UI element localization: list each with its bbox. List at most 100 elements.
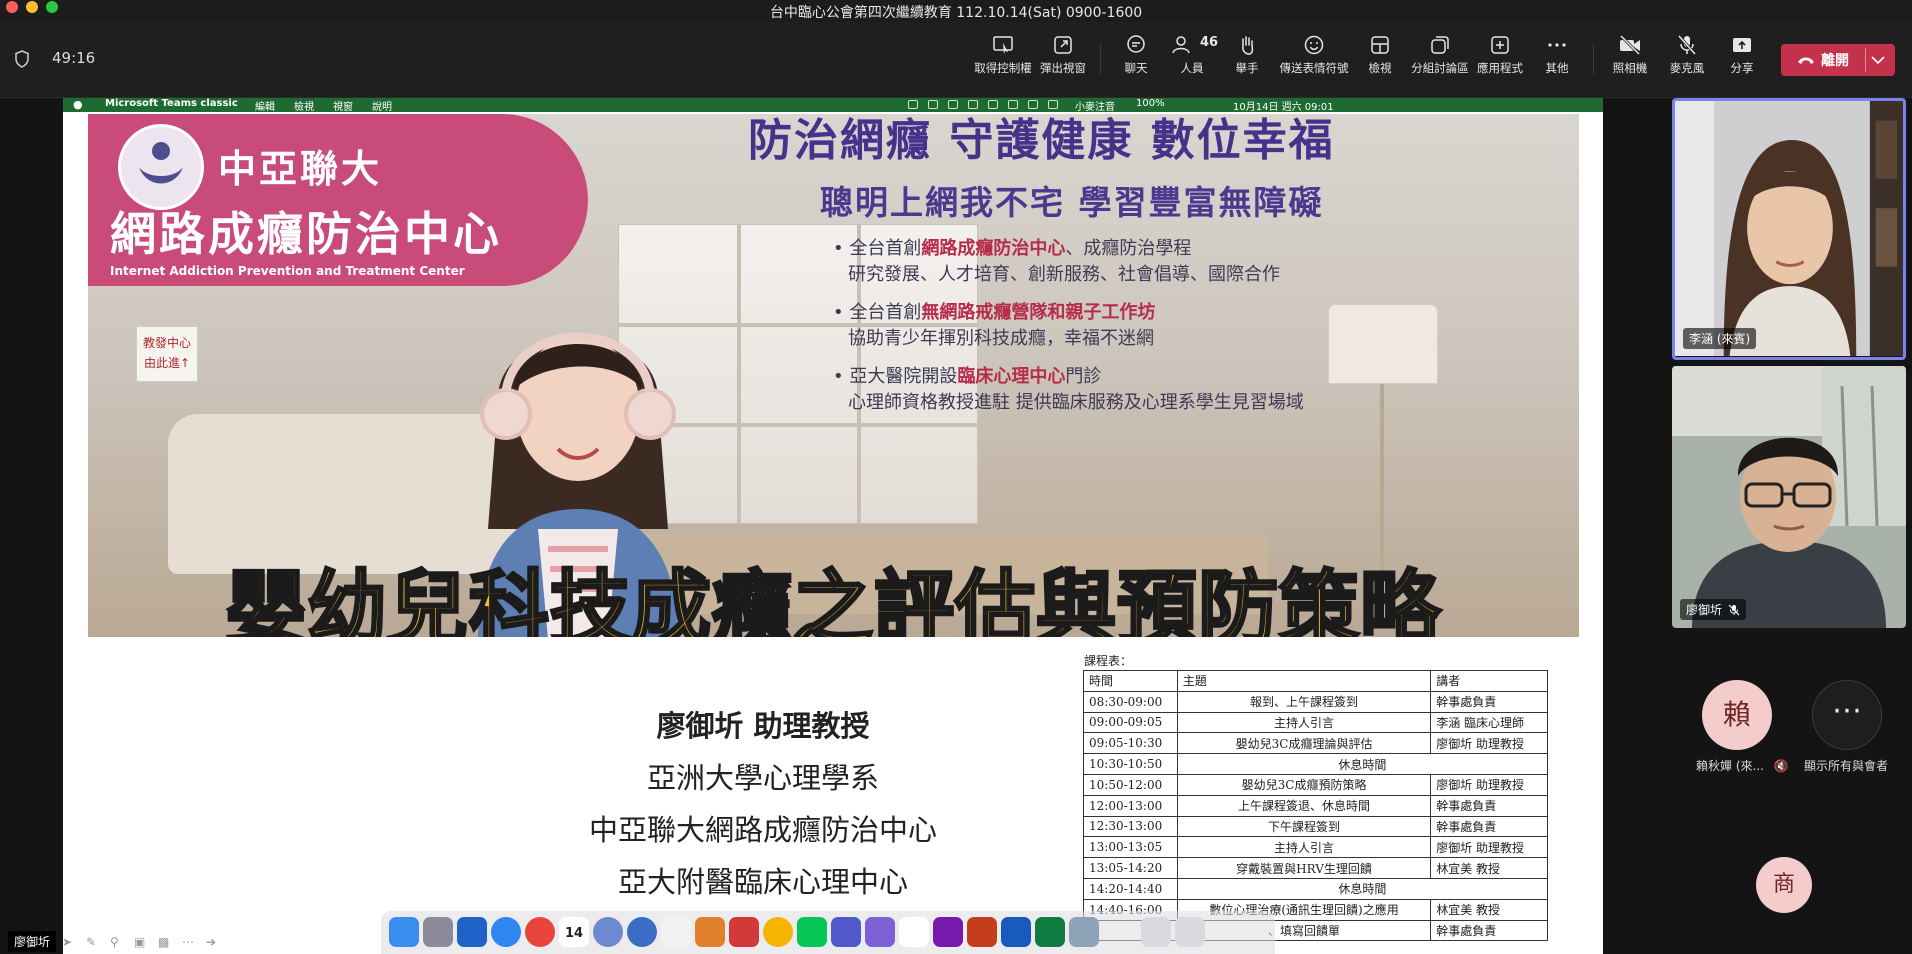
more-icon[interactable]: ⋯ bbox=[182, 935, 198, 949]
safari-icon bbox=[491, 917, 521, 947]
shield-icon bbox=[15, 50, 29, 68]
video-off-icon[interactable]: ▩ bbox=[158, 935, 174, 949]
share-icon bbox=[1733, 38, 1751, 52]
sign-line: 教發中心 bbox=[142, 336, 191, 350]
status-icon bbox=[1028, 100, 1038, 109]
onenote-icon bbox=[933, 917, 963, 947]
matlab-icon bbox=[695, 917, 725, 947]
remote-control-icon bbox=[993, 36, 1013, 54]
chat-icon bbox=[1127, 35, 1145, 53]
banner-logo-text: 中亞聯大 bbox=[218, 147, 383, 191]
video-tile-host[interactable]: 李涵 (來賓) bbox=[1672, 98, 1906, 360]
apps-icon bbox=[1491, 36, 1509, 54]
shared-mac-menubar: ● Microsoft Teams classic 編輯 檢視 視窗 說明 小麥… bbox=[63, 98, 1603, 113]
participant-gallery: 李涵 (來賓) 廖御圻 bbox=[1660, 98, 1912, 954]
mic-off-icon: 🔇 bbox=[1773, 759, 1789, 773]
mac-menu-edit: 編輯 bbox=[255, 102, 275, 113]
banner-center-english: Internet Addiction Prevention and Treatm… bbox=[110, 264, 465, 278]
participant-avatar[interactable]: 賴 bbox=[1702, 680, 1772, 750]
more-options-button[interactable]: 其他 bbox=[1521, 32, 1593, 88]
calendar-icon: 14 bbox=[559, 917, 589, 947]
raise-hand-button[interactable]: 舉手 bbox=[1211, 32, 1283, 88]
table-row: 09:00-09:05 主持人引言 李涵 臨床心理師 bbox=[1083, 711, 1548, 734]
line-icon bbox=[797, 917, 827, 947]
teams-icon bbox=[831, 917, 861, 947]
reactions-label: 傳送表情符號 bbox=[1279, 61, 1349, 75]
view-icon bbox=[1371, 36, 1389, 54]
camera-off-icon bbox=[1619, 34, 1641, 56]
notion-icon bbox=[899, 917, 929, 947]
shared-mac-dock: 14 bbox=[381, 911, 1275, 954]
schedule-table: 時間 主題 講者 08:30-09:00 報到、上午課程簽到 幹事處負責 09:00… bbox=[1083, 670, 1549, 942]
table-row: 10:50-12:00 嬰幼兒3C成癮預防策略 廖御圻 助理教授 bbox=[1083, 773, 1548, 796]
status-icon bbox=[1008, 100, 1018, 109]
outlook-icon bbox=[457, 917, 487, 947]
show-all-label: 顯示所有與會者 bbox=[1804, 759, 1889, 773]
more-icon bbox=[1548, 43, 1566, 47]
status-icon bbox=[908, 100, 918, 109]
excel-icon bbox=[1035, 917, 1065, 947]
r-app-icon bbox=[593, 917, 623, 947]
raise-hand-label: 舉手 bbox=[1235, 61, 1259, 75]
reminders-icon bbox=[661, 917, 691, 947]
apple-icon: ● bbox=[73, 98, 83, 111]
mac-clock: 10月14日 週六 09:01 bbox=[1233, 102, 1334, 113]
banner-bullet: • 全台首創無網路戒癮營隊和親子工作坊 bbox=[833, 302, 1156, 323]
shared-screen: ● Microsoft Teams classic 編輯 檢視 視窗 說明 小麥… bbox=[63, 98, 1603, 954]
schedule-header: 講者 bbox=[1430, 670, 1548, 692]
show-all-participants-button[interactable]: ⋯ bbox=[1812, 680, 1882, 750]
arrow-right-icon[interactable]: ➔ bbox=[206, 935, 222, 949]
preview-icon bbox=[1069, 917, 1099, 947]
reactions-button[interactable]: 傳送表情符號 bbox=[1278, 32, 1350, 88]
share-label: 分享 bbox=[1730, 61, 1754, 75]
meeting-timer: 49:16 bbox=[52, 49, 96, 67]
slide-banner: 中亞聯大 網路成癮防治中心 Internet Addiction Prevent… bbox=[88, 114, 1579, 637]
status-icon bbox=[968, 100, 978, 109]
speaker-info: 廖御圻 助理教授 亞洲大學心理學系 中亞聯大網路成癮防治中心 亞大附醫臨床心理中… bbox=[533, 703, 993, 911]
speaker-affiliation: 中亞聯大網路成癮防治中心 bbox=[588, 813, 937, 847]
leave-main[interactable]: 離開 bbox=[1781, 44, 1865, 76]
leave-button[interactable]: 離開 bbox=[1781, 44, 1895, 76]
mac-battery: 100% bbox=[1136, 98, 1165, 109]
status-icon bbox=[948, 100, 958, 109]
banner-bullet-sub: 心理師資格教授進駐 提供臨床服務及心理系學生見習場域 bbox=[848, 392, 1304, 413]
banner-bullet: • 全台首創網路成癮防治中心、成癮防治學程 bbox=[833, 238, 1192, 259]
banner-bullet-sub: 研究發展、人才培育、創新服務、社會倡導、國際合作 bbox=[848, 264, 1280, 285]
emoji-icon bbox=[1304, 35, 1324, 55]
banner-slogan-2: 聰明上網我不宅 學習豐富無障礙 bbox=[820, 183, 1324, 222]
table-row: 12:00-13:00 上午課程簽退、休息時間 幹事處負責 bbox=[1083, 794, 1548, 817]
table-row: 10:30-10:50 休息時間 bbox=[1083, 753, 1549, 775]
chevron-down-icon[interactable] bbox=[1869, 52, 1887, 68]
schedule-caption: 課程表： bbox=[1084, 654, 1133, 668]
pointer-icon[interactable]: ➤ bbox=[62, 935, 78, 949]
participant-name-tag: 廖御圻 bbox=[1680, 599, 1747, 620]
speaker-name: 廖御圻 助理教授 bbox=[656, 709, 870, 743]
zoom-icon[interactable]: ⚲ bbox=[110, 935, 126, 949]
table-row: 09:05-10:30 嬰幼兒3C成癮理論與評估 廖御圻 助理教授 bbox=[1083, 732, 1548, 755]
chrome-icon bbox=[525, 917, 555, 947]
schedule-header-row: 時間 主題 講者 bbox=[1083, 670, 1548, 692]
captions-icon[interactable]: ▣ bbox=[134, 935, 150, 949]
status-icon bbox=[988, 100, 998, 109]
annotation-toolbar: ➤ ✎ ⚲ ▣ ▩ ⋯ ➔ bbox=[62, 935, 222, 951]
finder-icon bbox=[389, 917, 419, 947]
window-titlebar: 台中臨心公會第四次繼續教育 112.10.14(Sat) 0900-1600 bbox=[0, 0, 1912, 22]
meeting-toolbar: 49:16 取得控制權 彈出視窗 聊天 46 人員 舉手 傳送表情符號 檢視 分… bbox=[0, 22, 1912, 98]
status-icon bbox=[928, 100, 938, 109]
participant-video-woman bbox=[1675, 101, 1903, 357]
mac-menu-view: 檢視 bbox=[294, 102, 314, 113]
share-button[interactable]: 分享 bbox=[1706, 32, 1778, 88]
banner-lamp-illustration bbox=[1328, 304, 1438, 384]
sign-line: 由此進↑ bbox=[143, 356, 191, 370]
popout-button[interactable]: 彈出視窗 bbox=[1027, 32, 1099, 88]
powerpoint-icon bbox=[967, 917, 997, 947]
table-row: 12:30-13:00 下午課程簽到 幹事處負責 bbox=[1083, 815, 1548, 838]
word-icon bbox=[1001, 917, 1031, 947]
video-tile-presenter[interactable]: 廖御圻 bbox=[1672, 366, 1906, 628]
trash-icon bbox=[1175, 917, 1205, 947]
participant-avatar[interactable]: 商 bbox=[1756, 857, 1812, 913]
mac-menu-window: 視窗 bbox=[333, 102, 353, 113]
slide-main-title: 嬰幼兒科技成癮之評估與預防策略 bbox=[225, 561, 1442, 638]
pen-icon[interactable]: ✎ bbox=[86, 935, 102, 949]
mic-off-icon bbox=[1677, 35, 1697, 55]
